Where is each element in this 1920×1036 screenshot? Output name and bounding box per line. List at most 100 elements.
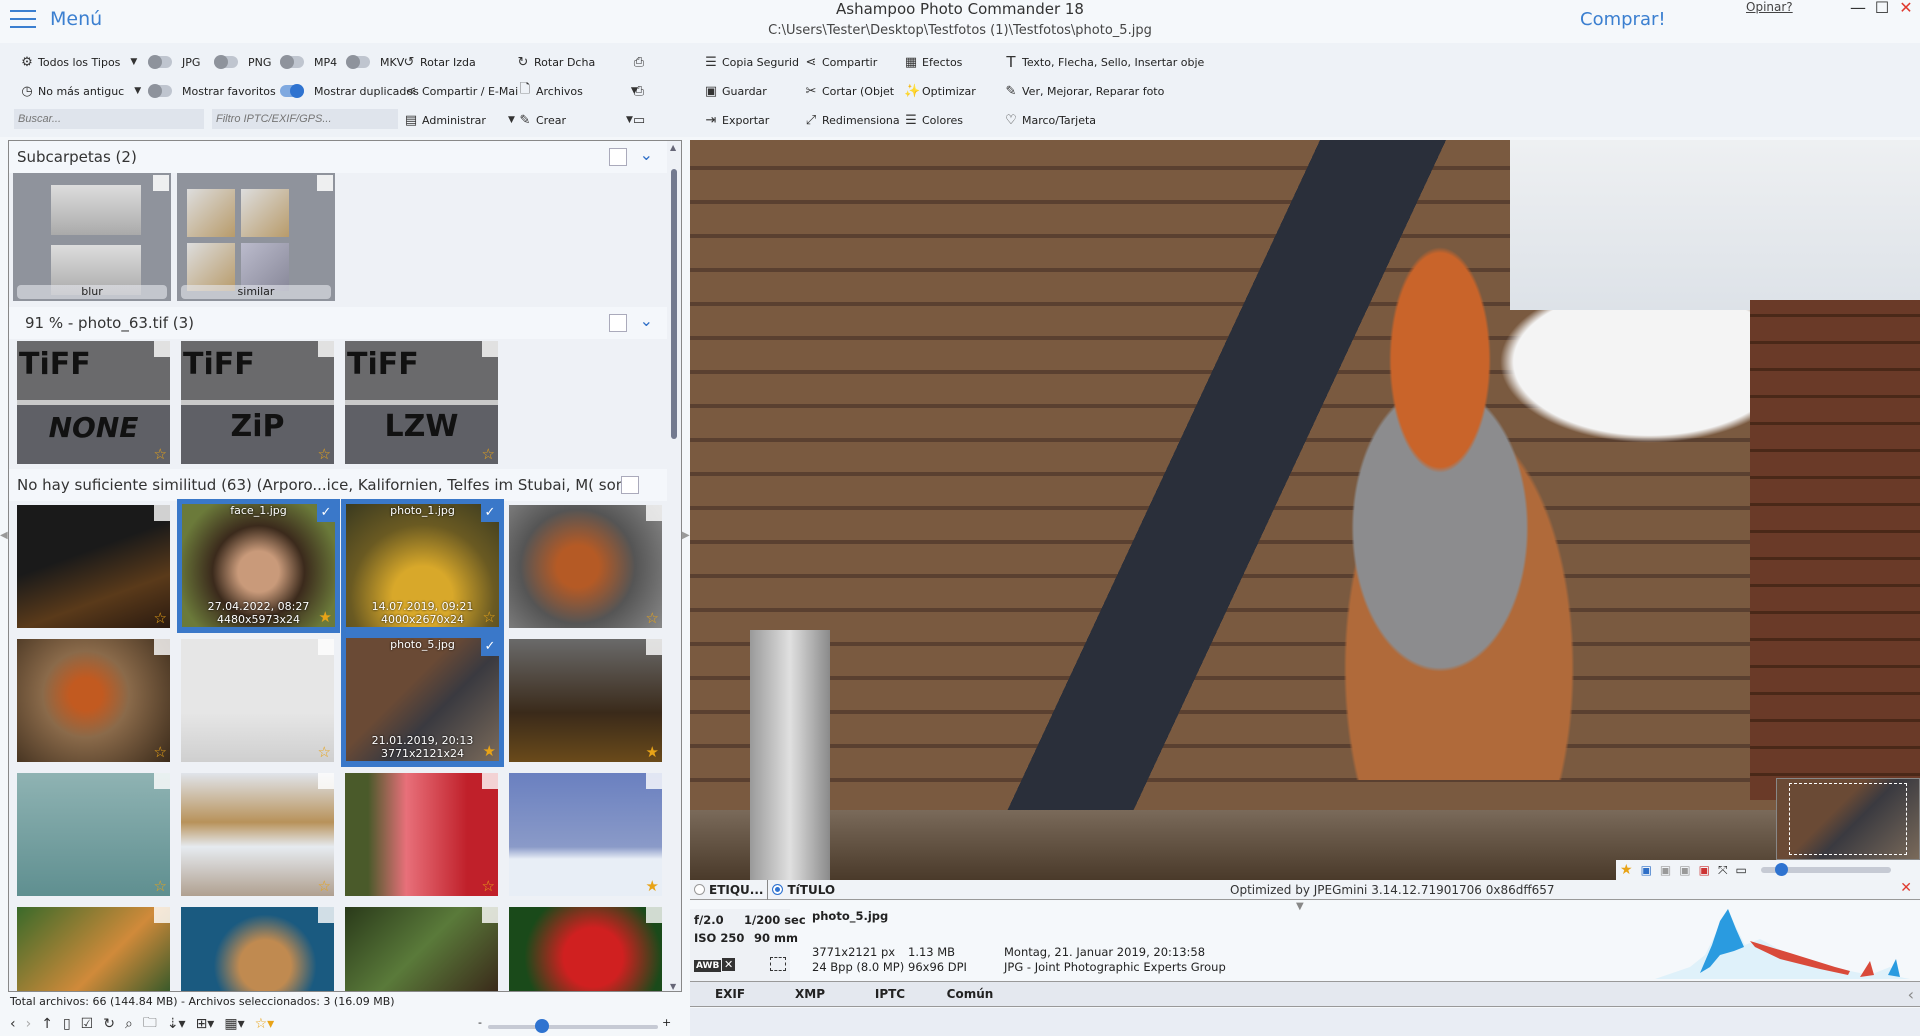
thumbnail[interactable]: TiFF ZiP ☆ [181, 341, 334, 464]
view-mode-icon[interactable]: ▣ [1679, 863, 1690, 877]
toggle-favorites[interactable]: Mostrar favoritos [148, 82, 276, 100]
feedback-link[interactable]: Opinar? [1746, 0, 1793, 14]
up-arrow-icon[interactable]: ↑ [41, 1016, 53, 1032]
view-improve-button[interactable]: ✎ Ver, Mejorar, Reparar foto [1004, 82, 1165, 100]
toggle-mp4[interactable]: MP4 [280, 53, 337, 71]
thumbnail[interactable]: ☆ [17, 773, 170, 896]
thumbnail[interactable]: ☆ [345, 773, 498, 896]
thumb-checkbox[interactable] [318, 907, 334, 923]
view-mode-icon[interactable]: ▣ [1641, 863, 1652, 877]
tab-exif[interactable]: EXIF [690, 987, 770, 1001]
thumbnail[interactable]: ☆ [509, 505, 662, 628]
toggle-jpg[interactable]: JPG [148, 53, 200, 71]
zoom-in-label[interactable]: + [662, 1016, 671, 1029]
check-icon[interactable]: ✓ [481, 504, 499, 522]
thumbnail[interactable] [509, 907, 662, 991]
rotate-left-button[interactable]: ↺ Rotar Izda [402, 53, 476, 71]
back-icon[interactable]: ‹ [10, 1016, 16, 1032]
toggle-switch[interactable] [214, 55, 238, 69]
thumbnail-selected[interactable]: photo_1.jpg 14.07.2019, 09:21 4000x2670x… [346, 504, 499, 627]
viewport-rectangle[interactable] [1789, 783, 1907, 855]
slideshow-button[interactable]: ▭ [632, 111, 646, 129]
thumb-checkbox[interactable] [154, 341, 170, 357]
toggle-switch[interactable] [280, 84, 304, 98]
thumbnail-size-slider[interactable] [488, 1019, 658, 1033]
thumbnail-selected[interactable]: face_1.jpg 27.04.2022, 08:27 4480x5973x2… [182, 504, 335, 627]
collapse-right-icon[interactable]: ▶ [682, 530, 690, 541]
thumbnail[interactable]: ☆ [17, 505, 170, 628]
star-outline-icon[interactable]: ☆ [482, 445, 495, 463]
manage-dropdown[interactable]: ▤ Administrar ▼ [404, 111, 515, 129]
thumbnail[interactable]: TiFF NONE ☆ [17, 341, 170, 464]
star-outline-icon[interactable]: ☆ [154, 445, 167, 463]
thumb-checkbox[interactable] [646, 505, 662, 521]
grid-icon[interactable]: ⊞▾ [196, 1016, 215, 1032]
share-email-button[interactable]: ⋖ Compartir / E-Mai [404, 82, 519, 100]
chevron-left-icon[interactable]: ‹ [1908, 985, 1914, 1004]
toggle-png[interactable]: PNG [214, 53, 271, 71]
toggle-switch[interactable] [346, 55, 370, 69]
toggle-switch[interactable] [148, 55, 172, 69]
sort-icon[interactable]: ⇣▾ [167, 1016, 186, 1032]
star-filled-icon[interactable]: ★ [1620, 862, 1633, 878]
collapse-left-icon[interactable]: ◀ [0, 530, 8, 541]
slider-knob[interactable] [534, 1019, 549, 1033]
star-outline-icon[interactable]: ☆ [318, 445, 331, 463]
star-filled-icon[interactable]: ★ [319, 608, 332, 626]
star-outline-icon[interactable]: ☆ [154, 877, 167, 895]
group-checkbox[interactable] [621, 476, 639, 494]
toggle-duplicates[interactable]: Mostrar duplicados [280, 82, 419, 100]
thumb-checkbox[interactable] [646, 639, 662, 655]
thumbnail-selected[interactable]: photo_5.jpg 21.01.2019, 20:13 3771x2121x… [346, 638, 499, 761]
thumbnail[interactable]: TiFF LZW ☆ [345, 341, 498, 464]
frame-card-button[interactable]: ♡ Marco/Tarjeta [1004, 111, 1096, 129]
age-filter-dropdown[interactable]: ◷ No más antiguc ▼ [20, 82, 141, 100]
export-button[interactable]: ⇥ Exportar [704, 111, 770, 129]
colors-button[interactable]: ☰ Colores [904, 111, 963, 129]
thumbnail[interactable]: ☆ [17, 639, 170, 762]
star-outline-icon[interactable]: ☆ [154, 743, 167, 761]
group-header-subfolders[interactable]: Subcarpetas (2) ⌄ [9, 141, 667, 173]
image-preview[interactable] [690, 140, 1920, 880]
new-folder-icon[interactable]: 🗀 [143, 1012, 157, 1036]
thumbnail[interactable]: ☆ [181, 773, 334, 896]
tab-xmp[interactable]: XMP [770, 987, 850, 1001]
star-outline-icon[interactable]: ☆ [318, 877, 331, 895]
thumbnail[interactable] [345, 907, 498, 991]
star-filled-icon[interactable]: ★ [646, 743, 659, 761]
check-icon[interactable]: ✓ [481, 638, 499, 656]
zoom-out-label[interactable]: - [478, 1016, 482, 1029]
forward-icon[interactable]: › [26, 1016, 32, 1032]
folder-checkbox[interactable] [317, 175, 333, 191]
star-outline-icon[interactable]: ☆ [318, 743, 331, 761]
star-filter-icon[interactable]: ☆▾ [255, 1016, 275, 1032]
close-icon[interactable]: ✕ [1900, 880, 1912, 896]
vertical-scrollbar[interactable]: ▲ ▼ [669, 141, 681, 991]
refresh-icon[interactable]: ↻ [103, 1016, 115, 1032]
scroll-up-icon[interactable]: ▲ [670, 143, 676, 152]
search-icon[interactable]: ⌕ [125, 1016, 133, 1032]
monitor-icon[interactable]: ▭ [1736, 863, 1747, 877]
radio-button[interactable] [772, 884, 784, 895]
print-button[interactable]: ⎙ [632, 82, 646, 100]
search-input[interactable] [14, 109, 204, 129]
pdf-button[interactable]: ⎙ [632, 53, 646, 71]
check-icon[interactable]: ✓ [317, 504, 335, 522]
thumb-checkbox[interactable] [318, 341, 334, 357]
thumb-checkbox[interactable] [154, 773, 170, 789]
thumb-checkbox[interactable] [154, 907, 170, 923]
create-dropdown[interactable]: ✎ Crear ▼ [518, 111, 633, 129]
thumb-checkbox[interactable] [482, 773, 498, 789]
thumb-checkbox[interactable] [646, 773, 662, 789]
toggle-switch[interactable] [148, 84, 172, 98]
optimize-button[interactable]: ✨ Optimizar [904, 82, 976, 100]
view-mode-icon[interactable]: ▣ [1699, 863, 1710, 877]
folder-thumb-blur[interactable]: blur [13, 173, 171, 301]
thumbnail[interactable]: ★ [509, 639, 662, 762]
star-outline-icon[interactable]: ☆ [482, 877, 495, 895]
view-zoom-slider[interactable] [1760, 863, 1891, 876]
group-checkbox[interactable] [609, 148, 627, 166]
resize-button[interactable]: ⤢ Redimensiona [804, 111, 900, 129]
tab-iptc[interactable]: IPTC [850, 987, 930, 1001]
thumb-checkbox[interactable] [154, 505, 170, 521]
